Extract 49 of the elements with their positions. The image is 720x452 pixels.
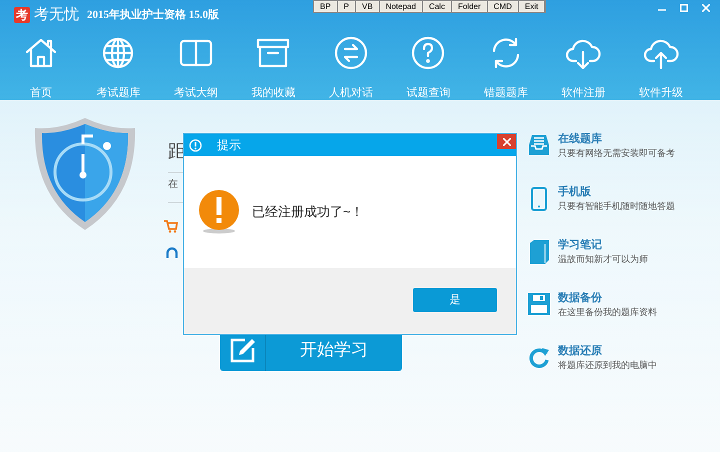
nav-button[interactable]: 首页: [2, 34, 80, 101]
app-name: 考无忧: [34, 5, 79, 25]
nav-button[interactable]: 考试大纲: [157, 34, 234, 101]
toolbar-button[interactable]: BP: [314, 1, 338, 12]
window-title: 2015年执业护士资格 15.0版: [87, 8, 219, 23]
nav-button[interactable]: 软件升级: [622, 34, 700, 101]
warning-icon: [198, 190, 240, 234]
maximize-icon[interactable]: [680, 4, 688, 12]
feature-title[interactable]: 手机版: [558, 185, 675, 199]
feature-title[interactable]: 数据备份: [558, 291, 657, 305]
shield-clock-icon: [33, 116, 137, 232]
phone-icon: [531, 187, 547, 211]
nav-button[interactable]: 考试题库: [80, 34, 157, 101]
restore-icon: [528, 346, 550, 368]
feature-description: 温故而知新才可以为师: [558, 253, 648, 266]
app-logo: 考: [14, 7, 30, 24]
toolbar-button[interactable]: Calc: [422, 1, 452, 12]
toolbar-button[interactable]: Exit: [518, 1, 546, 12]
toolbar-button[interactable]: CMD: [488, 1, 519, 12]
nav-button[interactable]: 软件注册: [544, 34, 622, 101]
toolbar-button[interactable]: VB: [356, 1, 380, 12]
feature-description: 只要有网络无需安装即可备考: [558, 147, 675, 160]
toolbar-button[interactable]: P: [338, 1, 356, 12]
inbox-tray-icon: [528, 134, 550, 156]
dialog-close-button[interactable]: [497, 134, 516, 149]
dialog-title: 提示: [217, 137, 241, 154]
nav-button[interactable]: 我的收藏: [234, 34, 312, 101]
feature-title[interactable]: 数据还原: [558, 344, 657, 358]
info-icon: [189, 138, 202, 152]
nav-button[interactable]: 人机对话: [312, 34, 390, 101]
dialog-message: 已经注册成功了~！: [252, 203, 364, 222]
feature-description: 只要有智能手机随时随地答题: [558, 200, 675, 213]
feature-title[interactable]: 在线题库: [558, 132, 675, 146]
close-icon: [502, 138, 510, 146]
toolbar-button[interactable]: Notepad: [380, 1, 423, 12]
nav-button[interactable]: 错题题库: [467, 34, 544, 101]
subtitle-text: 在: [168, 178, 178, 192]
cart-icon: [164, 219, 178, 233]
feature-description: 在这里备份我的题库资料: [558, 306, 657, 319]
notebook-icon: [528, 240, 550, 264]
toolbar-button[interactable]: Folder: [452, 1, 488, 12]
close-icon[interactable]: [702, 4, 710, 12]
feature-title[interactable]: 学习笔记: [558, 238, 648, 252]
edit-icon: [230, 337, 256, 363]
question-icon: [410, 34, 446, 70]
nav-button[interactable]: 试题查询: [390, 34, 467, 101]
arrows-circle-icon: [332, 34, 369, 70]
feature-description: 将题库还原到我的电脑中: [558, 359, 657, 372]
yes-button[interactable]: 是: [413, 288, 497, 312]
